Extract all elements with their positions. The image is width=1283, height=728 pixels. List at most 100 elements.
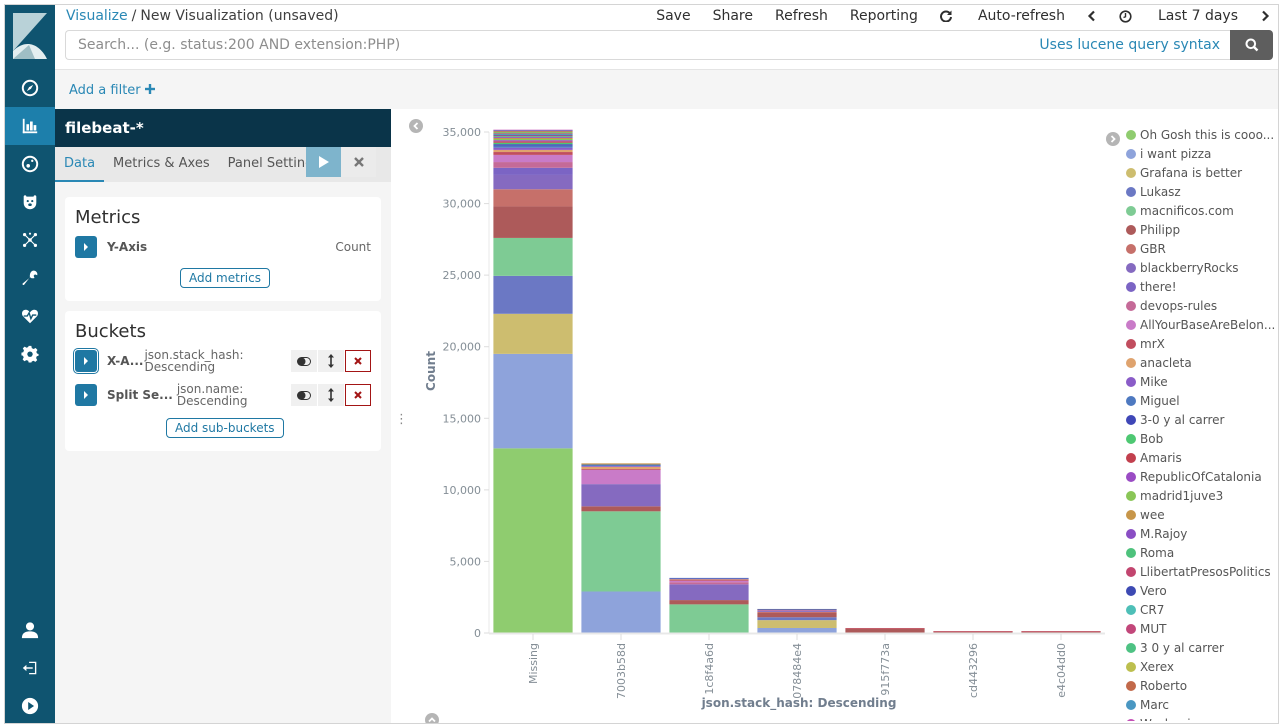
time-back-button[interactable]: [1087, 8, 1097, 24]
bar-segment[interactable]: [581, 469, 661, 485]
bar-segment[interactable]: [757, 620, 837, 628]
bar-segment[interactable]: [581, 591, 661, 633]
bar-segment[interactable]: [493, 145, 573, 148]
legend-item[interactable]: Roberto: [1126, 676, 1278, 695]
bar-segment[interactable]: [493, 133, 573, 135]
sidebar-item-dev-tools[interactable]: [5, 259, 55, 297]
legend-item[interactable]: there!: [1126, 277, 1278, 296]
bar-segment[interactable]: [493, 167, 573, 175]
bar-segment[interactable]: [493, 129, 573, 131]
bar-segment[interactable]: [493, 137, 573, 138]
legend-item[interactable]: MUT: [1126, 619, 1278, 638]
legend-item[interactable]: Washouisa: [1126, 714, 1278, 721]
bar-segment[interactable]: [493, 189, 573, 207]
bar-segment[interactable]: [581, 464, 661, 466]
bar-segment[interactable]: [493, 275, 573, 314]
bar-segment[interactable]: [493, 152, 573, 155]
sidebar-item-monitoring[interactable]: [5, 297, 55, 335]
legend-item[interactable]: Philipp: [1126, 220, 1278, 239]
sidebar-item-visualize[interactable]: [5, 107, 55, 145]
bar-segment[interactable]: [493, 136, 573, 138]
legend-item[interactable]: wee: [1126, 505, 1278, 524]
discard-changes-button[interactable]: [341, 147, 376, 177]
reorder-bucket-handle[interactable]: [318, 384, 344, 406]
toggle-bucket-button[interactable]: [291, 350, 317, 372]
toggle-bucket-button[interactable]: [291, 384, 317, 406]
reorder-bucket-handle[interactable]: [318, 350, 344, 372]
bar-segment[interactable]: [493, 135, 573, 137]
bar-segment[interactable]: [493, 206, 573, 238]
legend-item[interactable]: Lukasz: [1126, 182, 1278, 201]
expand-x-axis-button[interactable]: [75, 350, 97, 372]
sidebar-item-user[interactable]: [5, 611, 55, 649]
legend-item[interactable]: i want pizza: [1126, 144, 1278, 163]
remove-bucket-button[interactable]: [345, 350, 371, 372]
bar-segment[interactable]: [581, 463, 661, 465]
bar-segment[interactable]: [845, 627, 925, 629]
toggle-legend-button[interactable]: [1106, 132, 1120, 146]
bar-segment[interactable]: [493, 140, 573, 142]
bar-segment[interactable]: [1021, 631, 1101, 632]
bar-segment[interactable]: [757, 610, 837, 612]
search-submit-button[interactable]: [1230, 30, 1273, 60]
legend-item[interactable]: anacleta: [1126, 353, 1278, 372]
bar-segment[interactable]: [581, 468, 661, 470]
legend-item[interactable]: 3-0 y al carrer: [1126, 410, 1278, 429]
legend-item[interactable]: Vero: [1126, 581, 1278, 600]
auto-refresh-button[interactable]: Auto-refresh: [939, 8, 1065, 24]
legend-item[interactable]: Bob: [1126, 429, 1278, 448]
legend-item[interactable]: mrX: [1126, 334, 1278, 353]
legend-item[interactable]: LlibertatPresosPolitics: [1126, 562, 1278, 581]
expand-split-series-button[interactable]: [75, 384, 97, 406]
legend-item[interactable]: Marc: [1126, 695, 1278, 714]
sidebar-item-graph[interactable]: [5, 221, 55, 259]
time-picker-button[interactable]: Last 7 days: [1119, 8, 1238, 24]
toggle-spy-panel-button[interactable]: [425, 713, 439, 723]
time-forward-button[interactable]: [1260, 8, 1270, 24]
bar-segment[interactable]: [493, 139, 573, 141]
bar-segment[interactable]: [581, 511, 661, 592]
share-button[interactable]: Share: [713, 8, 753, 24]
legend-item[interactable]: RepublicOfCatalonia: [1126, 467, 1278, 486]
sidebar-item-discover[interactable]: [5, 69, 55, 107]
bar-segment[interactable]: [493, 131, 573, 133]
breadcrumb-visualize-link[interactable]: Visualize: [66, 8, 128, 24]
bar-segment[interactable]: [493, 130, 573, 132]
bar-segment[interactable]: [757, 612, 837, 618]
bar-segment[interactable]: [757, 608, 837, 610]
bar-segment[interactable]: [845, 628, 925, 633]
add-metrics-button[interactable]: Add metrics: [180, 268, 270, 288]
bar-segment[interactable]: [493, 142, 573, 145]
legend-item[interactable]: CR7: [1126, 600, 1278, 619]
bar-segment[interactable]: [493, 141, 573, 143]
bar-segment[interactable]: [581, 465, 661, 467]
add-sub-buckets-button[interactable]: Add sub-buckets: [166, 418, 284, 438]
bar-segment[interactable]: [493, 353, 573, 449]
legend-item[interactable]: Grafana is better: [1126, 163, 1278, 182]
legend-item[interactable]: Mike: [1126, 372, 1278, 391]
sidebar-item-timelion[interactable]: [5, 183, 55, 221]
legend-item[interactable]: blackberryRocks: [1126, 258, 1278, 277]
bar-segment[interactable]: [669, 577, 749, 579]
bar-segment[interactable]: [493, 147, 573, 150]
bar-segment[interactable]: [669, 584, 749, 601]
bar-segment[interactable]: [493, 448, 573, 633]
legend-item[interactable]: Xerex: [1126, 657, 1278, 676]
legend-item[interactable]: Miguel: [1126, 391, 1278, 410]
tab-metrics-axes[interactable]: Metrics & Axes: [104, 147, 219, 182]
bar-segment[interactable]: [933, 631, 1013, 632]
panel-resize-handle[interactable]: ⋮: [395, 412, 408, 428]
bar-segment[interactable]: [669, 600, 749, 605]
expand-y-axis-button[interactable]: [75, 236, 97, 258]
bar-segment[interactable]: [493, 149, 573, 153]
legend-item[interactable]: Oh Gosh this is cooo...: [1126, 125, 1278, 144]
bar-segment[interactable]: [493, 154, 573, 163]
collapse-editor-button[interactable]: [409, 119, 423, 133]
remove-bucket-button[interactable]: [345, 384, 371, 406]
save-button[interactable]: Save: [656, 8, 690, 24]
tab-data[interactable]: Data: [55, 147, 105, 182]
bar-segment[interactable]: [493, 132, 573, 134]
legend-item[interactable]: AllYourBaseAreBelon...: [1126, 315, 1278, 334]
legend-item[interactable]: Roma: [1126, 543, 1278, 562]
bar-segment[interactable]: [581, 506, 661, 512]
